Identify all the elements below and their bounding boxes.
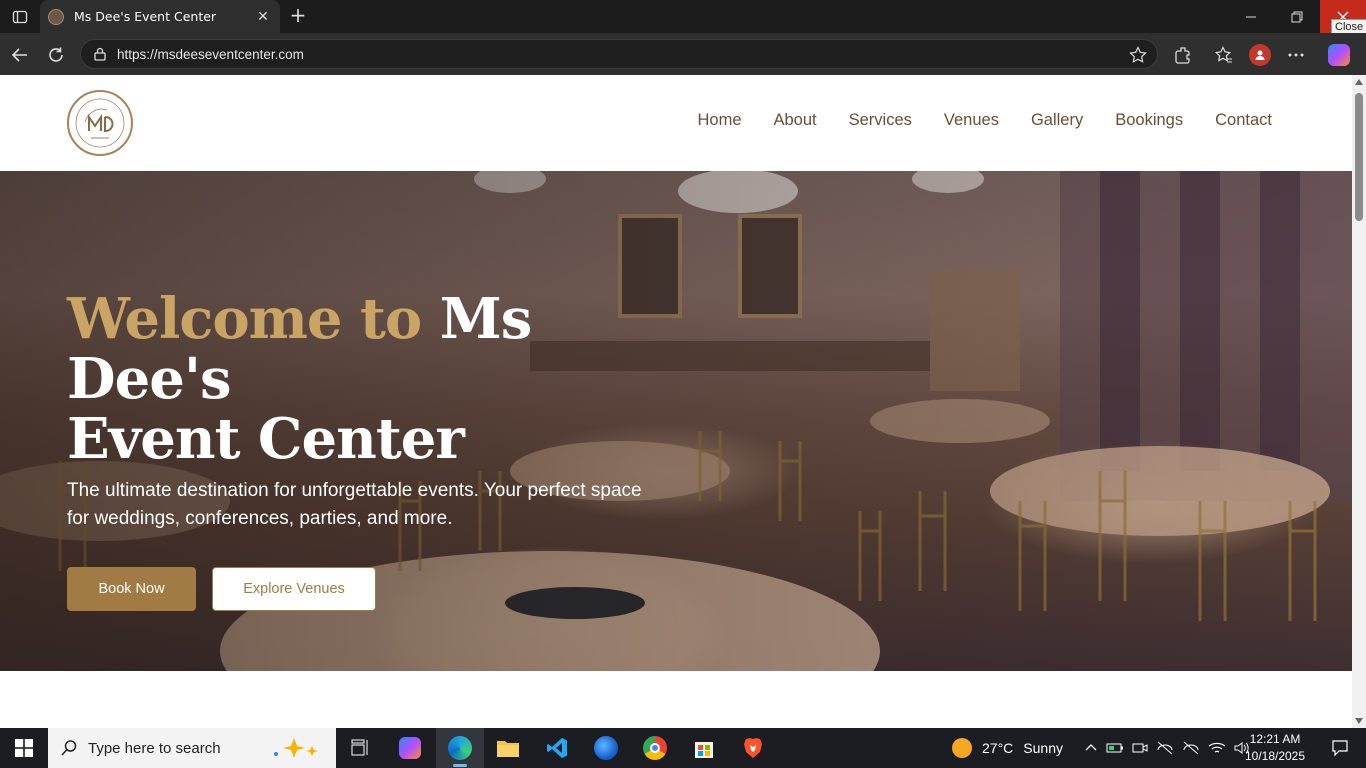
copilot-app-icon[interactable] — [386, 728, 434, 768]
profile-icon — [1249, 44, 1271, 66]
page-scrollbar[interactable] — [1352, 75, 1366, 728]
start-button[interactable] — [0, 728, 48, 768]
weather-widget[interactable]: 27°C Sunny — [952, 728, 1063, 768]
wifi-icon[interactable] — [1208, 741, 1226, 755]
hero-title-accent: Welcome to — [67, 286, 422, 352]
extensions-icon[interactable] — [1169, 41, 1197, 69]
clock-time: 12:21 AM — [1249, 732, 1301, 746]
scrollbar-thumb[interactable] — [1355, 93, 1363, 221]
hero-section: Welcome to Ms Dee's Event Center The ult… — [0, 171, 1352, 671]
nav-gallery[interactable]: Gallery — [1031, 111, 1083, 130]
nav-services[interactable]: Services — [849, 111, 912, 130]
hero-title-line2: Event Center — [67, 406, 465, 472]
nav-home[interactable]: Home — [697, 111, 741, 130]
restore-button[interactable] — [1274, 0, 1320, 33]
nav-contact[interactable]: Contact — [1215, 111, 1272, 130]
clock-date: 10/18/2025 — [1244, 749, 1306, 763]
copilot-icon[interactable] — [1325, 41, 1353, 69]
file-explorer-icon[interactable] — [484, 728, 532, 768]
edge-app-icon[interactable] — [436, 728, 484, 768]
notifications-icon[interactable] — [1320, 728, 1360, 768]
more-options-icon[interactable] — [1282, 41, 1310, 69]
system-tray — [1084, 728, 1250, 768]
url-text: https://msdeeseventcenter.com — [117, 46, 304, 62]
vscode-icon[interactable] — [533, 728, 581, 768]
nav-bookings[interactable]: Bookings — [1115, 111, 1183, 130]
site-info-icon[interactable] — [93, 47, 107, 61]
explore-venues-button[interactable]: Explore Venues — [212, 567, 376, 611]
nav-venues[interactable]: Venues — [944, 111, 999, 130]
search-icon — [61, 740, 77, 756]
taskbar-search[interactable]: Type here to search — [48, 728, 336, 768]
hero-buttons: Book Now Explore Venues — [67, 567, 667, 611]
weather-temp: 27°C — [982, 740, 1014, 756]
hero-title: Welcome to Ms Dee's Event Center — [67, 289, 667, 469]
page-viewport: Home About Services Venues Gallery Booki… — [0, 75, 1352, 728]
favorite-star-icon[interactable] — [1129, 46, 1147, 64]
chrome-icon[interactable] — [631, 728, 679, 768]
site-logo[interactable] — [67, 90, 133, 156]
hero-content: Welcome to Ms Dee's Event Center The ult… — [67, 289, 667, 611]
tab-actions-icon[interactable] — [8, 6, 32, 28]
mic-off-icon[interactable] — [1156, 741, 1174, 755]
hero-subtitle: The ultimate destination for unforgettab… — [67, 480, 642, 529]
sun-icon — [952, 738, 972, 758]
windows-taskbar: Type here to search 27°C Sunny 12:21 AM … — [0, 728, 1366, 768]
main-nav: Home About Services Venues Gallery Booki… — [697, 111, 1272, 130]
search-placeholder: Type here to search — [88, 739, 221, 757]
new-tab-icon[interactable]: + — [286, 4, 310, 28]
taskbar-clock[interactable]: 12:21 AM 10/18/2025 — [1244, 731, 1306, 765]
location-off-icon[interactable] — [1182, 741, 1200, 755]
close-tab-icon[interactable]: ✕ — [254, 9, 272, 25]
browser-tab[interactable]: Ms Dee's Event Center ✕ — [40, 0, 280, 33]
search-highlight-icon — [274, 738, 318, 758]
windows-logo-icon — [15, 739, 33, 757]
refresh-button[interactable] — [42, 41, 70, 69]
nav-about[interactable]: About — [774, 111, 817, 130]
address-bar[interactable]: https://msdeeseventcenter.com — [80, 39, 1158, 69]
back-button[interactable] — [6, 41, 34, 69]
minimize-button[interactable] — [1228, 0, 1274, 33]
browser-toolbar: https://msdeeseventcenter.com — [0, 33, 1366, 75]
profile-avatar[interactable] — [1246, 41, 1274, 69]
firefox-icon[interactable] — [582, 728, 630, 768]
camera-icon[interactable] — [1132, 741, 1148, 755]
browser-titlebar: Ms Dee's Event Center ✕ + Close — [0, 0, 1366, 35]
chevron-up-icon[interactable] — [1084, 741, 1098, 755]
site-favicon-icon — [48, 8, 64, 25]
scroll-up-icon[interactable] — [1355, 79, 1363, 85]
site-header: Home About Services Venues Gallery Booki… — [0, 75, 1352, 171]
weather-desc: Sunny — [1023, 740, 1063, 756]
brave-icon[interactable] — [729, 728, 777, 768]
battery-icon[interactable] — [1106, 741, 1124, 755]
favorites-icon[interactable] — [1210, 41, 1238, 69]
tab-title: Ms Dee's Event Center — [74, 9, 217, 24]
task-view-icon[interactable] — [336, 728, 384, 768]
scroll-down-icon[interactable] — [1355, 718, 1363, 724]
microsoft-store-icon[interactable] — [680, 728, 728, 768]
book-now-button[interactable]: Book Now — [67, 567, 196, 611]
